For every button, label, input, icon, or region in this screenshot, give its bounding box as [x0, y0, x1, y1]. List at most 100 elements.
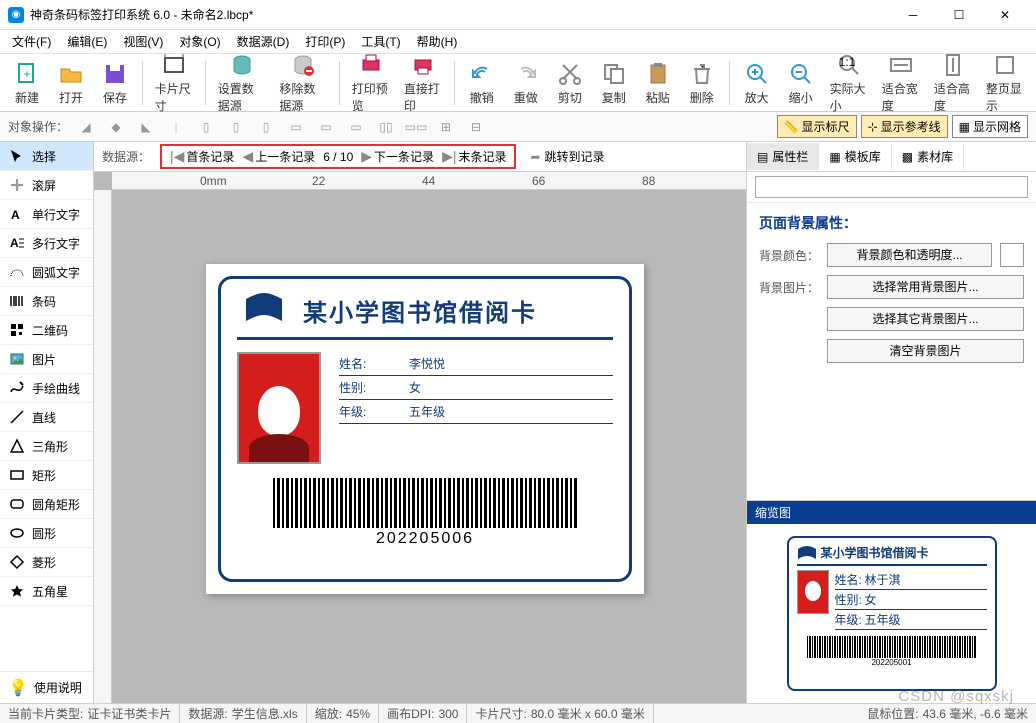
open-icon [57, 60, 85, 88]
align-middle-icon[interactable]: ▭ [314, 115, 338, 139]
printpreview-icon [357, 51, 385, 79]
tool-qrcode-label: 二维码 [32, 322, 68, 339]
fith-icon [939, 51, 967, 79]
minimize-button[interactable]: ─ [890, 0, 936, 30]
new-icon: + [13, 60, 41, 88]
tool-text-single[interactable]: A单行文字 [0, 200, 93, 229]
setds-button[interactable]: 设置数据源 [212, 49, 272, 116]
bg-color-button[interactable]: 背景颜色和透明度... [827, 243, 992, 267]
undo-button[interactable]: 撤销 [461, 58, 503, 108]
bg-image-clear-button[interactable]: 清空背景图片 [827, 339, 1024, 363]
directprint-button[interactable]: 直接打印 [398, 49, 448, 116]
prev-record-button[interactable]: ◀上一条记录 [242, 148, 315, 165]
tool-rect[interactable]: 矩形 [0, 461, 93, 490]
open-button[interactable]: 打开 [50, 58, 92, 108]
show-grid-toggle[interactable]: ▦显示网格 [952, 115, 1028, 138]
tool-pan[interactable]: 滚屏 [0, 171, 93, 200]
show-guides-toggle[interactable]: ⊹显示参考线 [861, 115, 948, 138]
align-left-icon[interactable]: ▯ [194, 115, 218, 139]
layer-mid-icon[interactable]: ◆ [104, 115, 128, 139]
tool-roundrect[interactable]: 圆角矩形 [0, 490, 93, 519]
group-icon[interactable]: ⊞ [434, 115, 458, 139]
menu-编辑(E)[interactable]: 编辑(E) [59, 30, 115, 53]
diamond-icon [8, 553, 26, 571]
tool-rect-label: 矩形 [32, 467, 56, 484]
show-ruler-toggle[interactable]: 📏显示标尺 [777, 115, 857, 138]
new-button[interactable]: + 新建 [6, 58, 48, 108]
tool-text-arc[interactable]: 圆弧文字 [0, 258, 93, 287]
next-record-button[interactable]: ▶下一条记录 [361, 148, 434, 165]
canvas[interactable]: 某小学图书馆借阅卡 姓名:李悦悦性别:女年级:五年级 202205006 [112, 190, 746, 703]
align-bottom-icon[interactable]: ▭ [344, 115, 368, 139]
align-right-icon[interactable]: ▯ [254, 115, 278, 139]
save-button[interactable]: 保存 [94, 58, 136, 108]
layer-up-icon[interactable]: ◢ [74, 115, 98, 139]
paste-button[interactable]: 粘贴 [637, 58, 679, 108]
tool-select[interactable]: 选择 [0, 142, 93, 171]
freehand-icon [8, 379, 26, 397]
fith-button[interactable]: 适合高度 [928, 49, 978, 116]
maximize-button[interactable]: ☐ [936, 0, 982, 30]
tool-ellipse[interactable]: 圆形 [0, 519, 93, 548]
help-button[interactable]: 💡 使用说明 [0, 671, 93, 703]
search-input[interactable] [755, 176, 1028, 198]
tool-diamond[interactable]: 菱形 [0, 548, 93, 577]
tab-assets[interactable]: ▩素材库 [892, 143, 964, 170]
tool-freehand[interactable]: 手绘曲线 [0, 374, 93, 403]
pan-icon [8, 176, 26, 194]
undo-label: 撤销 [470, 89, 494, 106]
record-position: 6 / 10 [323, 150, 353, 164]
svg-text:+: + [23, 67, 30, 81]
ops-label: 对象操作： [8, 118, 68, 135]
redo-button[interactable]: 重做 [505, 58, 547, 108]
fitpage-button[interactable]: 整页显示 [980, 49, 1030, 116]
last-record-button[interactable]: ▶|末条记录 [442, 148, 506, 165]
show-ruler-icon: 📏 [784, 120, 799, 134]
menu-文件(F)[interactable]: 文件(F) [4, 30, 59, 53]
tab-templates[interactable]: ▦模板库 [819, 143, 891, 170]
window-title: 神奇条码标签打印系统 6.0 - 未命名2.lbcp* [30, 6, 890, 23]
tool-triangle[interactable]: 三角形 [0, 432, 93, 461]
zoomout-button[interactable]: 缩小 [780, 58, 822, 108]
star-icon [8, 582, 26, 600]
tool-barcode[interactable]: 条码 [0, 287, 93, 316]
actual-button[interactable]: 1:1实际大小 [824, 49, 874, 116]
align-center-icon[interactable]: ▯ [224, 115, 248, 139]
fitpage-icon [991, 51, 1019, 79]
removeds-button[interactable]: 移除数据源 [273, 49, 333, 116]
ungroup-icon[interactable]: ⊟ [464, 115, 488, 139]
layer-down-icon[interactable]: ◣ [134, 115, 158, 139]
tool-image[interactable]: 图片 [0, 345, 93, 374]
card[interactable]: 某小学图书馆借阅卡 姓名:李悦悦性别:女年级:五年级 202205006 [206, 264, 644, 594]
removeds-label: 移除数据源 [279, 80, 327, 114]
status-bar: 当前卡片类型: 证卡证书类卡片 数据源: 学生信息.xls 缩放: 45% 画布… [0, 703, 1036, 723]
tool-line[interactable]: 直线 [0, 403, 93, 432]
bg-color-swatch[interactable] [1000, 243, 1024, 267]
tool-text-multi[interactable]: A多行文字 [0, 229, 93, 258]
align-top-icon[interactable]: ▭ [284, 115, 308, 139]
datasource-label: 数据源： [102, 148, 150, 165]
distribute-h-icon[interactable]: ▯▯ [374, 115, 398, 139]
cut-button[interactable]: 剪切 [549, 58, 591, 108]
ruler-mark: 44 [422, 174, 435, 188]
copy-button[interactable]: 复制 [593, 58, 635, 108]
bg-image-other-button[interactable]: 选择其它背景图片... [827, 307, 1024, 331]
tool-star[interactable]: 五角星 [0, 577, 93, 606]
distribute-v-icon[interactable]: ▭▭ [404, 115, 428, 139]
fitw-button[interactable]: 适合宽度 [876, 49, 926, 116]
new-label: 新建 [15, 89, 39, 106]
first-record-button[interactable]: |◀首条记录 [170, 148, 234, 165]
tab-props[interactable]: ▤属性栏 [747, 143, 819, 170]
printpreview-button[interactable]: 打印预览 [346, 49, 396, 116]
bg-image-common-button[interactable]: 选择常用背景图片... [827, 275, 1024, 299]
tool-qrcode[interactable]: 二维码 [0, 316, 93, 345]
mini-field-row: 姓名:林于淇 [835, 570, 987, 590]
zoomin-button[interactable]: 放大 [736, 58, 778, 108]
ruler-horizontal: 0mm22446688 [112, 172, 746, 190]
close-button[interactable]: ✕ [982, 0, 1028, 30]
ruler-mark: 0mm [200, 174, 227, 188]
delete-button[interactable]: 删除 [681, 58, 723, 108]
mini-logo-icon [797, 545, 817, 561]
jump-record-button[interactable]: ➦跳转到记录 [530, 148, 604, 165]
cardsize-button[interactable]: 卡片尺寸 [149, 49, 199, 116]
